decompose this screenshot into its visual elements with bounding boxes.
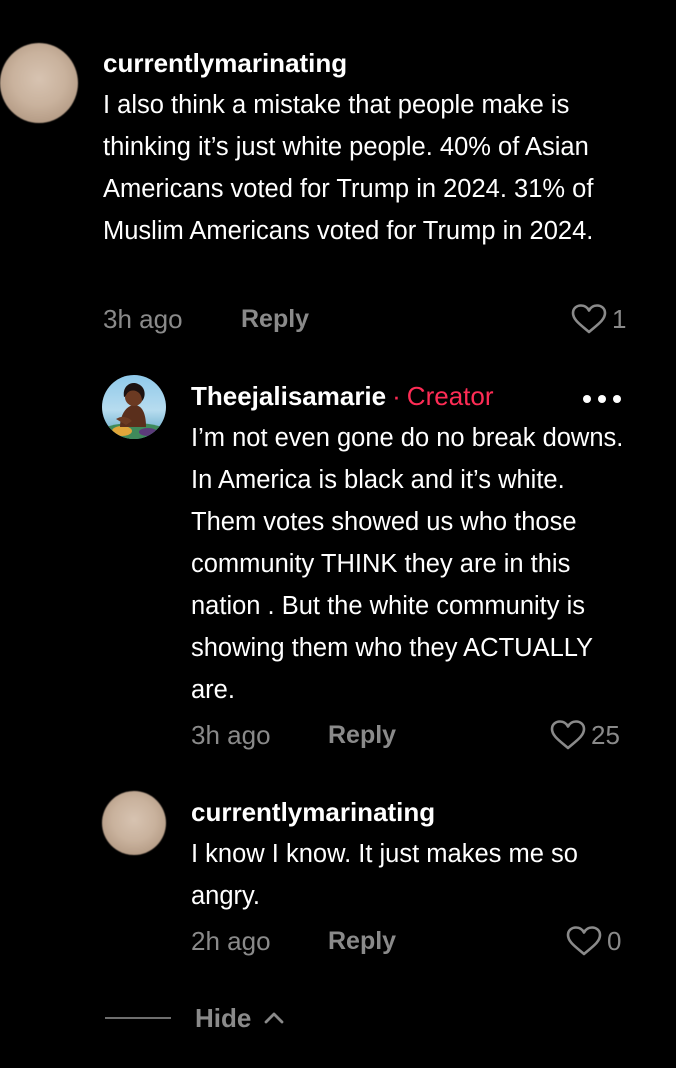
comment-text: I’m not even gone do no break downs. In … [191,424,624,704]
creator-username[interactable]: Theejalisamarie [191,381,386,411]
heart-icon [566,926,602,956]
comment-text: I also think a mistake that people make … [103,91,594,245]
hide-label: Hide [195,1002,252,1033]
reply-button[interactable]: Reply [241,303,309,335]
more-options-button[interactable] [580,389,624,409]
avatar[interactable] [0,43,78,123]
chevron-up-icon [264,1012,284,1024]
comment-timestamp: 3h ago [191,720,271,750]
like-button[interactable]: 25 [550,719,620,751]
like-button[interactable]: 0 [566,925,621,957]
avatar[interactable] [102,375,166,439]
hide-replies-button[interactable]: Hide [195,1003,287,1034]
like-count: 1 [612,304,627,334]
hide-replies-row: Hide [105,1000,287,1036]
comment-timestamp: 3h ago [103,304,183,334]
illustrated-avatar-icon [102,375,166,439]
heart-icon [571,304,607,334]
avatar[interactable] [102,791,166,855]
like-button[interactable]: 1 [571,303,626,335]
like-count: 25 [591,720,620,750]
reply-button[interactable]: Reply [328,925,396,957]
divider-line [105,1017,171,1019]
comment-username[interactable]: currentlymarinating [191,796,435,828]
heart-icon [550,720,586,750]
creator-badge: Creator [406,381,494,411]
more-options-icon [583,395,621,403]
comment-text: I know I know. It just makes me so angry… [191,840,578,910]
reply-button[interactable]: Reply [328,719,396,751]
like-count: 0 [607,926,622,956]
comment-timestamp: 2h ago [191,926,271,956]
comment-username[interactable]: currentlymarinating [103,47,347,79]
creator-separator: · [392,381,401,411]
comment-username[interactable]: Theejalisamarie · Creator [191,380,494,412]
